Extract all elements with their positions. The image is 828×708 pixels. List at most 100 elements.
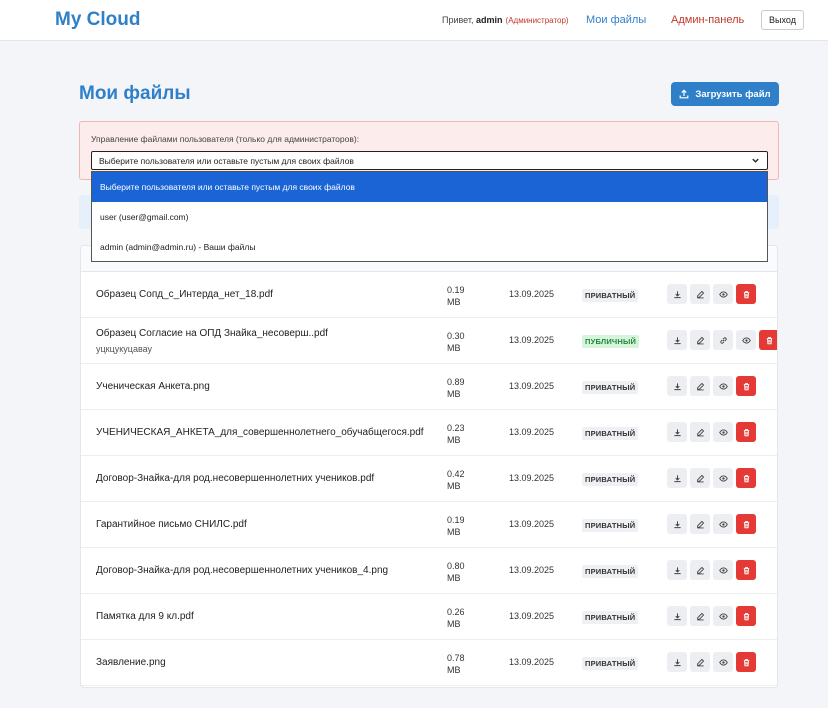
trash-icon (743, 658, 749, 666)
delete-button[interactable] (736, 284, 756, 304)
user-select[interactable]: Выберите пользователя или оставьте пусты… (91, 151, 768, 170)
row-actions (667, 514, 756, 534)
edit-icon (696, 336, 704, 344)
file-name: Договор-Знайка-для род.несовершеннолетни… (96, 565, 389, 576)
trash-icon (743, 612, 749, 620)
view-button[interactable] (713, 560, 733, 580)
role-label: (Администратор) (505, 16, 569, 25)
download-icon (673, 290, 681, 298)
delete-button[interactable] (736, 560, 756, 580)
view-button[interactable] (713, 514, 733, 534)
edit-button[interactable] (690, 422, 710, 442)
row-actions (667, 606, 756, 626)
file-name: Гарантийное письмо СНИЛС.pdf (96, 519, 247, 530)
edit-button[interactable] (690, 376, 710, 396)
delete-button[interactable] (736, 514, 756, 534)
edit-button[interactable] (690, 560, 710, 580)
view-button[interactable] (713, 284, 733, 304)
copy-link-button[interactable] (713, 330, 733, 350)
download-button[interactable] (667, 606, 687, 626)
file-size: 0.89 MB (447, 377, 465, 399)
eye-icon (718, 429, 728, 435)
file-size: 0.19 MB (447, 515, 465, 537)
edit-icon (696, 428, 704, 436)
dropdown-option[interactable]: admin (admin@admin.ru) - Ваши файлы (92, 232, 767, 262)
edit-icon (696, 658, 704, 666)
edit-button[interactable] (690, 284, 710, 304)
trash-icon (766, 336, 772, 344)
file-name: Памятка для 9 кл.pdf (96, 611, 194, 622)
row-actions (667, 284, 756, 304)
file-date: 13.09.2025 (509, 381, 555, 391)
status-badge: ПРИВАТНЫЙ (582, 519, 639, 532)
trash-icon (743, 428, 749, 436)
view-button[interactable] (713, 422, 733, 442)
download-button[interactable] (667, 514, 687, 534)
eye-icon (718, 659, 728, 665)
download-button[interactable] (667, 376, 687, 396)
eye-icon (718, 475, 728, 481)
edit-button[interactable] (690, 652, 710, 672)
view-button[interactable] (713, 376, 733, 396)
username: admin (476, 15, 503, 25)
files-table: Образец Сопд_с_Интерда_нет_18.pdf 0.19 MB… (80, 245, 778, 688)
download-button[interactable] (667, 284, 687, 304)
trash-icon (743, 474, 749, 482)
nav-admin-panel-link[interactable]: Админ-панель (671, 14, 744, 26)
file-date: 13.09.2025 (509, 565, 555, 575)
nav-my-files-link[interactable]: Мои файлы (586, 14, 646, 26)
delete-button[interactable] (759, 330, 777, 350)
table-row: Заявление.png 0.78 MB 13.09.2025 ПРИВАТНЫЙ (81, 640, 777, 686)
table-row: Памятка для 9 кл.pdf 0.26 MB 13.09.2025 ПРИ… (81, 594, 777, 640)
admin-selector-label: Управление файлами пользователя (только … (91, 134, 360, 144)
logout-button[interactable]: Выход (761, 10, 804, 30)
table-row: Договор-Знайка-для род.несовершеннолетни… (81, 456, 777, 502)
file-date: 13.09.2025 (509, 611, 555, 621)
download-button[interactable] (667, 468, 687, 488)
file-date: 13.09.2025 (509, 519, 555, 529)
view-button[interactable] (713, 468, 733, 488)
greeting-prefix: Привет, (442, 15, 477, 25)
delete-button[interactable] (736, 606, 756, 626)
status-badge: ПРИВАТНЫЙ (582, 381, 639, 394)
status-badge: ПРИВАТНЫЙ (582, 611, 639, 624)
dropdown-option[interactable]: user (user@gmail.com) (92, 202, 767, 232)
file-size: 0.23 MB (447, 423, 465, 445)
edit-button[interactable] (690, 606, 710, 626)
delete-button[interactable] (736, 422, 756, 442)
dropdown-option[interactable]: Выберите пользователя или оставьте пусты… (92, 172, 767, 202)
download-button[interactable] (667, 560, 687, 580)
file-name: УЧЕНИЧЕСКАЯ_АНКЕТА_для_совершеннолетнего… (96, 427, 424, 438)
edit-button[interactable] (690, 514, 710, 534)
table-row: Договор-Знайка-для род.несовершеннолетни… (81, 548, 777, 594)
delete-button[interactable] (736, 468, 756, 488)
file-size: 0.80 MB (447, 561, 465, 583)
download-icon (673, 474, 681, 482)
table-row: Гарантийное письмо СНИЛС.pdf 0.19 MB 13.09… (81, 502, 777, 548)
download-button[interactable] (667, 330, 687, 350)
edit-button[interactable] (690, 330, 710, 350)
delete-button[interactable] (736, 652, 756, 672)
file-name: Образец Сопд_с_Интерда_нет_18.pdf (96, 289, 273, 300)
edit-button[interactable] (690, 468, 710, 488)
view-button[interactable] (713, 652, 733, 672)
file-size: 0.26 MB (447, 607, 465, 629)
upload-file-button[interactable]: Загрузить файл (671, 82, 779, 106)
download-icon (673, 336, 681, 344)
download-button[interactable] (667, 422, 687, 442)
user-greeting: Привет, admin (Администратор) (442, 15, 569, 25)
download-button[interactable] (667, 652, 687, 672)
app-logo[interactable]: My Cloud (55, 9, 141, 31)
trash-icon (743, 290, 749, 298)
user-select-dropdown: Выберите пользователя или оставьте пусты… (91, 171, 768, 262)
file-description: уцкцукуцавау (96, 344, 153, 354)
trash-icon (743, 520, 749, 528)
edit-icon (696, 382, 704, 390)
edit-icon (696, 612, 704, 620)
view-button[interactable] (736, 330, 756, 350)
download-icon (673, 566, 681, 574)
delete-button[interactable] (736, 376, 756, 396)
eye-icon (718, 613, 728, 619)
status-badge: ПРИВАТНЫЙ (582, 473, 639, 486)
view-button[interactable] (713, 606, 733, 626)
